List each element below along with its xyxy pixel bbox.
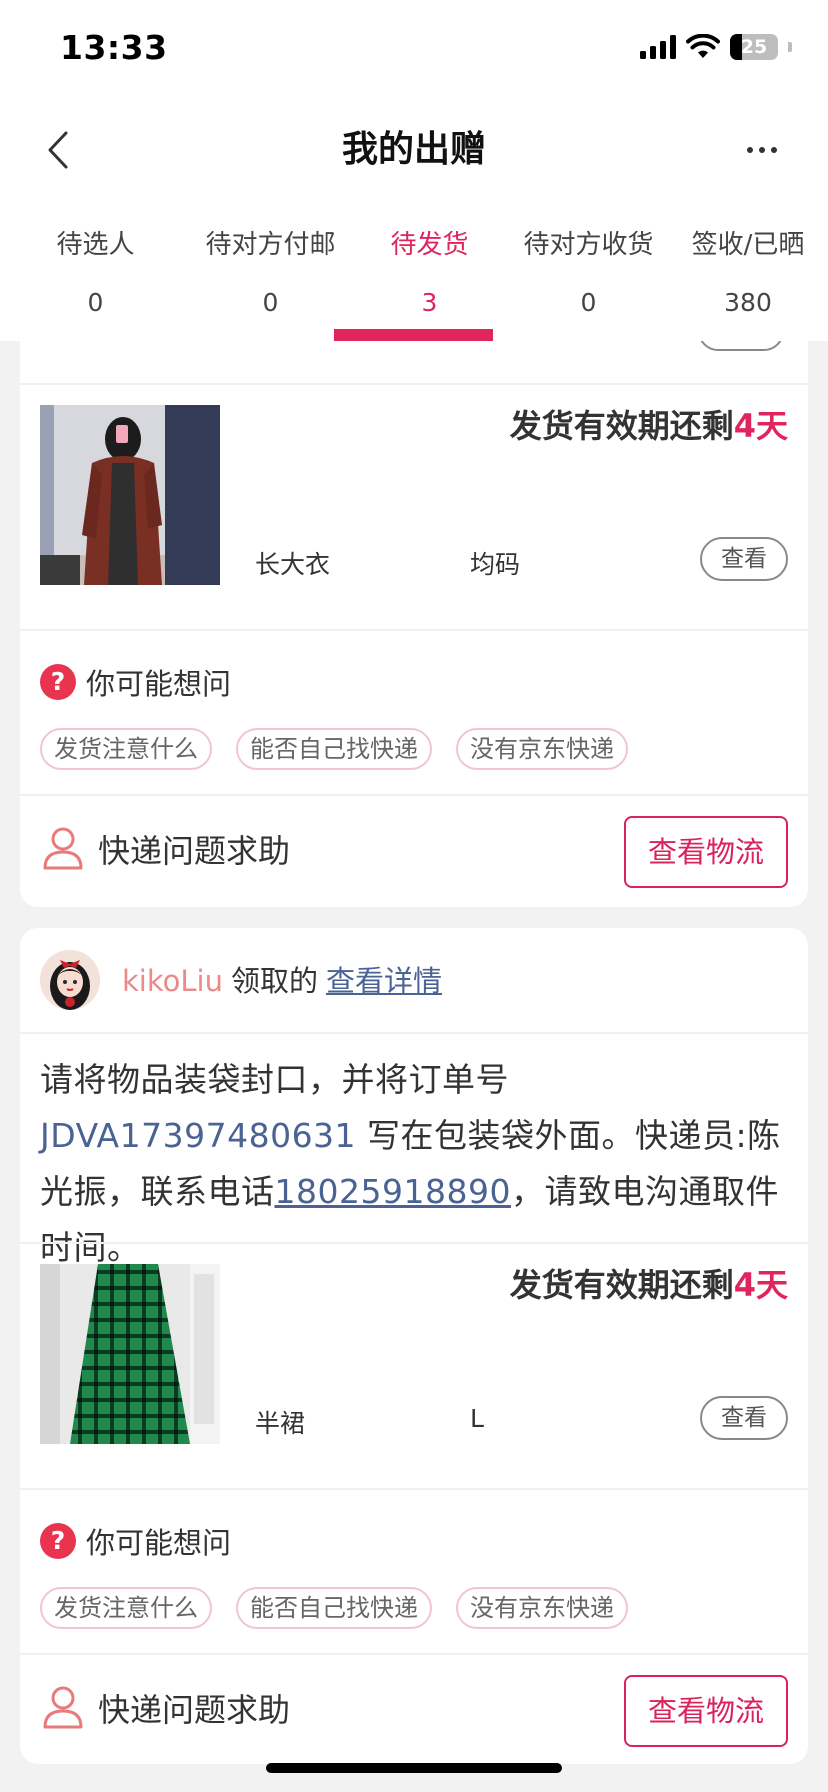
- item-thumbnail-coat[interactable]: [40, 405, 220, 585]
- person-icon: [43, 1686, 83, 1729]
- item-row: 发货有效期还剩4天 长大衣 均码 查看: [20, 385, 808, 631]
- claimer-line: kikoLiu 领取的 查看详情: [122, 958, 442, 1000]
- deadline-value: 4天: [733, 1266, 788, 1304]
- tab-count: 380: [724, 288, 772, 317]
- nav-bar: 我的出赠: [0, 100, 828, 200]
- deadline-value: 4天: [733, 407, 788, 445]
- tab-label: 签收/已晒: [691, 230, 805, 260]
- faq-chips: 发货注意什么 能否自己找快递 没有京东快递: [40, 728, 628, 770]
- tab-label: 待对方收货: [523, 230, 654, 260]
- faq-chip[interactable]: 没有京东快递: [456, 728, 628, 770]
- view-logistics-button[interactable]: 查看物流: [624, 816, 788, 888]
- more-dot-icon: [771, 147, 777, 153]
- tab-label: 待发货: [390, 230, 469, 260]
- item-thumbnail-skirt[interactable]: [40, 1264, 220, 1444]
- view-logistics-button[interactable]: 查看物流: [624, 1675, 788, 1747]
- status-bar: 13:33 25: [0, 0, 828, 100]
- instruction-text: 请将物品装袋封口，并将订单号: [40, 1060, 509, 1099]
- more-dot-icon: [747, 147, 753, 153]
- tab-label: 待选人: [56, 230, 135, 260]
- tab-pending-shipment[interactable]: 待发货 3: [350, 200, 509, 341]
- page-title: 我的出赠: [341, 129, 486, 170]
- skirt-photo-image: [40, 1264, 220, 1444]
- view-item-button[interactable]: 查看: [700, 1396, 788, 1440]
- view-details-link[interactable]: 查看详情: [326, 964, 442, 998]
- deadline-label: 发货有效期还剩: [509, 1266, 734, 1304]
- order-card: kikoLiu 领取的 查看详情 请将物品装袋封口，并将订单号 JDVA173974…: [20, 928, 808, 1764]
- avatar[interactable]: [40, 950, 100, 1010]
- faq-chip[interactable]: 没有京东快递: [456, 1587, 628, 1629]
- cellular-signal-icon: [640, 35, 676, 59]
- item-size: L: [470, 1404, 484, 1433]
- claimer-row: kikoLiu 领取的 查看详情: [20, 928, 808, 1032]
- avatar-image: [40, 950, 100, 1010]
- shipping-deadline: 发货有效期还剩4天: [510, 1260, 788, 1306]
- battery-tip: [788, 42, 792, 52]
- deadline-label: 发货有效期还剩: [509, 407, 734, 445]
- faq-header: ? 你可能想问: [40, 661, 231, 703]
- question-icon: ?: [40, 1523, 76, 1559]
- more-dot-icon: [759, 147, 765, 153]
- tab-label: 待对方付邮: [205, 230, 336, 260]
- item-name: 长大衣: [255, 550, 331, 579]
- courier-phone-link[interactable]: 18025918890: [275, 1172, 511, 1211]
- faq-chip[interactable]: 发货注意什么: [40, 1587, 212, 1629]
- view-item-button[interactable]: 查看: [700, 537, 788, 581]
- faq-section: ? 你可能想问 发货注意什么 能否自己找快递 没有京东快递: [20, 631, 808, 794]
- question-icon: ?: [40, 664, 76, 700]
- faq-chips: 发货注意什么 能否自己找快递 没有京东快递: [40, 1587, 628, 1629]
- claimed-label: 领取的: [230, 964, 318, 998]
- username[interactable]: kikoLiu: [122, 964, 223, 998]
- tab-pending-select[interactable]: 待选人 0: [0, 200, 191, 341]
- tab-pending-receipt[interactable]: 待对方收货 0: [509, 200, 668, 341]
- tab-count: 0: [580, 288, 597, 317]
- divider: [20, 1032, 808, 1034]
- faq-title: 你可能想问: [86, 1526, 232, 1560]
- wifi-icon: [686, 34, 720, 58]
- status-icons: 25: [640, 34, 792, 60]
- order-number: JDVA17397480631: [40, 1116, 357, 1155]
- home-indicator[interactable]: [266, 1763, 562, 1773]
- clipped-button[interactable]: [698, 341, 784, 351]
- courier-help-link[interactable]: 快递问题求助: [98, 826, 290, 872]
- help-row: 快递问题求助 查看物流: [20, 796, 808, 907]
- shipping-deadline: 发货有效期还剩4天: [510, 401, 788, 447]
- faq-section: ? 你可能想问 发货注意什么 能否自己找快递 没有京东快递: [20, 1490, 808, 1653]
- order-card: 发货有效期还剩4天 长大衣 均码 查看 ? 你可能想问 发货注意什么 能否自己找…: [20, 341, 808, 907]
- tab-count: 0: [87, 288, 104, 317]
- tab-count: 3: [421, 288, 438, 317]
- battery-level: 25: [740, 36, 768, 58]
- item-row: 发货有效期还剩4天 半裙 L 查看: [20, 1244, 808, 1490]
- person-icon: [43, 827, 83, 870]
- faq-header: ? 你可能想问: [40, 1520, 231, 1562]
- faq-chip[interactable]: 能否自己找快递: [236, 728, 432, 770]
- help-row: 快递问题求助 查看物流: [20, 1655, 808, 1764]
- tab-pending-postage[interactable]: 待对方付邮 0: [191, 200, 350, 341]
- coat-photo-image: [40, 405, 220, 585]
- item-size: 均码: [470, 550, 521, 579]
- faq-title: 你可能想问: [86, 667, 232, 701]
- more-options-button[interactable]: [732, 120, 792, 180]
- faq-chip[interactable]: 发货注意什么: [40, 728, 212, 770]
- courier-help-link[interactable]: 快递问题求助: [98, 1685, 290, 1731]
- tab-count: 0: [262, 288, 279, 317]
- status-time: 13:33: [60, 28, 168, 67]
- tab-received[interactable]: 签收/已晒 380: [668, 200, 828, 341]
- faq-chip[interactable]: 能否自己找快递: [236, 1587, 432, 1629]
- order-status-tabs: 待选人 0 待对方付邮 0 待发货 3 待对方收货 0 签收/已晒 380: [0, 200, 828, 341]
- item-name: 半裙: [255, 1409, 306, 1438]
- battery-icon: 25: [730, 34, 778, 60]
- active-tab-indicator: [334, 329, 493, 341]
